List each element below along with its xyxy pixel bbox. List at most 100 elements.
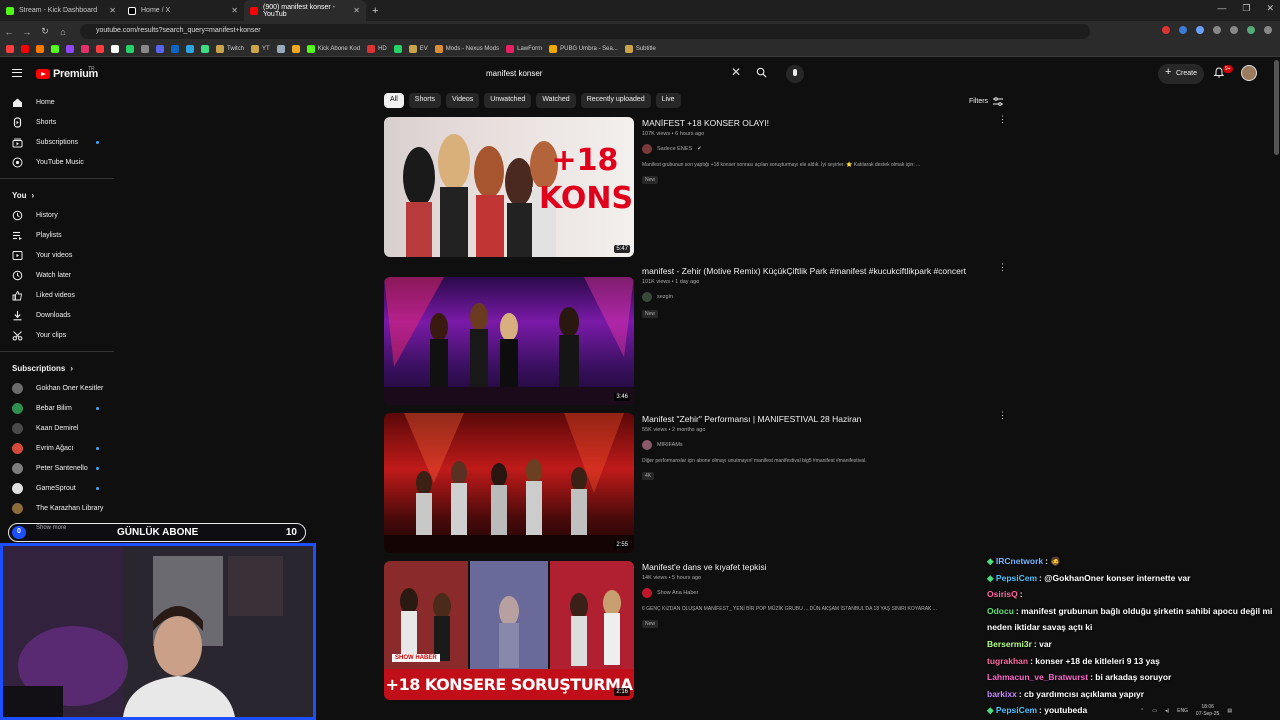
sidebar-channel-gamesprout[interactable]: GameSprout (0, 478, 115, 498)
extension-icon[interactable] (1162, 26, 1170, 34)
bookmark-lawform[interactable]: LawForm (506, 45, 542, 53)
filters-button[interactable]: Filters (969, 97, 1004, 106)
sidebar-section-you[interactable]: You › (0, 185, 115, 205)
sidebar-show-more[interactable]: Show more (36, 525, 66, 531)
page-scrollbar[interactable] (1274, 60, 1279, 155)
search-input[interactable]: manifest konser (477, 64, 750, 84)
channel-row[interactable]: Show Ana Haber (642, 588, 982, 598)
sidebar-item-youtube-music[interactable]: YouTube Music (0, 152, 115, 172)
sidebar-channel-gokhan-oner-kesitler[interactable]: Gokhan Oner Kesitler (0, 378, 115, 398)
bookmark-icon[interactable] (96, 45, 104, 53)
chip-recently-uploaded[interactable]: Recently uploaded (580, 93, 651, 108)
create-button[interactable]: Create (1158, 64, 1204, 84)
bookmark-icon[interactable] (201, 45, 209, 53)
notifications-icon[interactable]: ▤ (1227, 708, 1232, 714)
menu-dots-icon[interactable] (1264, 26, 1272, 34)
bookmark-icon[interactable] (126, 45, 134, 53)
bookmark-icon[interactable] (36, 45, 44, 53)
new-tab-button[interactable]: + (372, 5, 378, 17)
bookmark-pubg[interactable]: PUBG Umbra - Sea... (549, 45, 618, 53)
bookmark-icon[interactable] (276, 45, 285, 53)
sidebar-item-your-videos[interactable]: Your videos (0, 245, 115, 265)
clock[interactable]: 18:06 07-Sep-25 (1196, 704, 1219, 718)
video-thumbnail[interactable]: SHOW HABER +18 KONSERE SORUŞTURMA 2:16 (384, 561, 634, 700)
sidebar-item-your-clips[interactable]: Your clips (0, 325, 115, 345)
sidebar-section-subscriptions[interactable]: Subscriptions › (0, 358, 115, 378)
sidebar-channel-bebar-bilim[interactable]: Bebar Bilim (0, 398, 115, 418)
close-window-icon[interactable]: ✕ (1266, 3, 1274, 14)
sidebar-item-downloads[interactable]: Downloads (0, 305, 115, 325)
bookmark-icon[interactable] (51, 45, 59, 53)
voice-search-mic-icon[interactable] (786, 65, 804, 83)
chip-unwatched[interactable]: Unwatched (484, 93, 532, 108)
close-tab-icon[interactable]: ✕ (353, 6, 360, 15)
chip-shorts[interactable]: Shorts (408, 93, 442, 108)
extension-icon[interactable] (1196, 26, 1204, 34)
sidebar-item-playlists[interactable]: Playlists (0, 225, 115, 245)
close-tab-icon[interactable]: ✕ (109, 6, 116, 15)
keyboard-language[interactable]: ENG (1177, 708, 1188, 714)
video-thumbnail[interactable]: 3:46 (384, 277, 634, 405)
sidebar-item-home[interactable]: Home (0, 92, 115, 112)
video-thumbnail[interactable]: +18 KONSER 5:47 (384, 117, 634, 257)
bookmark-icon[interactable] (81, 45, 89, 53)
sidebar-channel-evrim-agaci[interactable]: Evrim Ağacı (0, 438, 115, 458)
video-title[interactable]: manifest - Zehir (Motive Remix) KüçükÇif… (642, 265, 982, 278)
bookmark-hd[interactable]: HD (367, 45, 387, 53)
chip-live[interactable]: Live (655, 93, 681, 108)
sidebar-item-shorts[interactable]: Shorts (0, 112, 115, 132)
bookmark-icon[interactable] (111, 45, 119, 53)
bookmark-nexus-mods[interactable]: Mods - Nexus Mods (434, 45, 499, 53)
bookmark-kick-abone-kod[interactable]: Kick Abone Kod (306, 45, 360, 53)
bookmark-folder-twitch[interactable]: Twitch (216, 45, 244, 53)
back-icon[interactable]: ← (0, 27, 18, 37)
extension-icon[interactable] (1179, 26, 1187, 34)
menu-hamburger-icon[interactable] (12, 69, 22, 77)
video-title[interactable]: MANİFEST +18 KONSER OLAYI! (642, 117, 982, 130)
account-avatar[interactable] (1241, 65, 1257, 81)
bookmark-icon[interactable] (171, 45, 179, 53)
bookmark-icon[interactable] (141, 45, 149, 53)
video-thumbnail[interactable]: 2:55 (384, 413, 634, 553)
sidebar-item-watch-later[interactable]: Watch later (0, 265, 115, 285)
sidebar-item-subscriptions[interactable]: Subscriptions (0, 132, 115, 152)
browser-tab-x[interactable]: Home / X ✕ (122, 0, 244, 21)
url-field[interactable]: youtube.com/results?search_query=manifes… (80, 24, 1090, 39)
browser-tab-kick[interactable]: Stream - Kick Dashboard ✕ (0, 0, 122, 21)
chip-videos[interactable]: Videos (446, 93, 480, 108)
bookmark-icon[interactable] (6, 45, 14, 53)
more-options-icon[interactable]: ⋮ (998, 115, 1007, 124)
extension-icon[interactable] (1213, 26, 1221, 34)
search-icon[interactable] (756, 67, 767, 78)
bookmark-folder-subtitle[interactable]: Subtitle (624, 45, 656, 53)
bookmark-folder-yt[interactable]: YT (251, 45, 270, 53)
video-title[interactable]: Manifest'e dans ve kıyafet tepkisi (642, 561, 982, 574)
forward-icon[interactable]: → (18, 27, 36, 37)
reload-icon[interactable]: ↻ (36, 26, 54, 37)
volume-icon[interactable]: ◂) (1165, 708, 1169, 714)
tray-chevron-icon[interactable]: ⌃ (1140, 708, 1144, 714)
bookmark-icon[interactable] (186, 45, 194, 53)
bookmark-icon[interactable] (291, 45, 300, 53)
home-browser-icon[interactable]: ⌂ (54, 27, 72, 37)
chip-all[interactable]: All (384, 93, 404, 108)
sidebar-item-liked-videos[interactable]: Liked videos (0, 285, 115, 305)
more-options-icon[interactable]: ⋮ (998, 411, 1007, 420)
bookmark-icon[interactable] (21, 45, 29, 53)
bookmark-icon[interactable] (66, 45, 74, 53)
channel-row[interactable]: MIRIFAMs (642, 440, 982, 450)
sidebar-item-history[interactable]: History (0, 205, 115, 225)
chip-watched[interactable]: Watched (536, 93, 576, 108)
channel-row[interactable]: Sadece ENES ✔ (642, 144, 982, 154)
profile-icon[interactable] (1247, 26, 1255, 34)
youtube-premium-logo[interactable]: Premium TR (36, 66, 98, 80)
sidebar-channel-kaan-demirel[interactable]: Kaan Demirel (0, 418, 115, 438)
bookmark-folder-ev[interactable]: EV (408, 45, 428, 53)
restore-icon[interactable]: ❐ (1242, 3, 1250, 14)
network-icon[interactable]: ▭ (1152, 708, 1157, 714)
more-options-icon[interactable]: ⋮ (998, 263, 1007, 272)
close-tab-icon[interactable]: ✕ (231, 6, 238, 15)
channel-row[interactable]: sezgin (642, 292, 982, 302)
sidebar-channel-peter-santenello[interactable]: Peter Santenello (0, 458, 115, 478)
sidebar-channel-karazhan-library[interactable]: The Karazhan Library (0, 498, 115, 518)
